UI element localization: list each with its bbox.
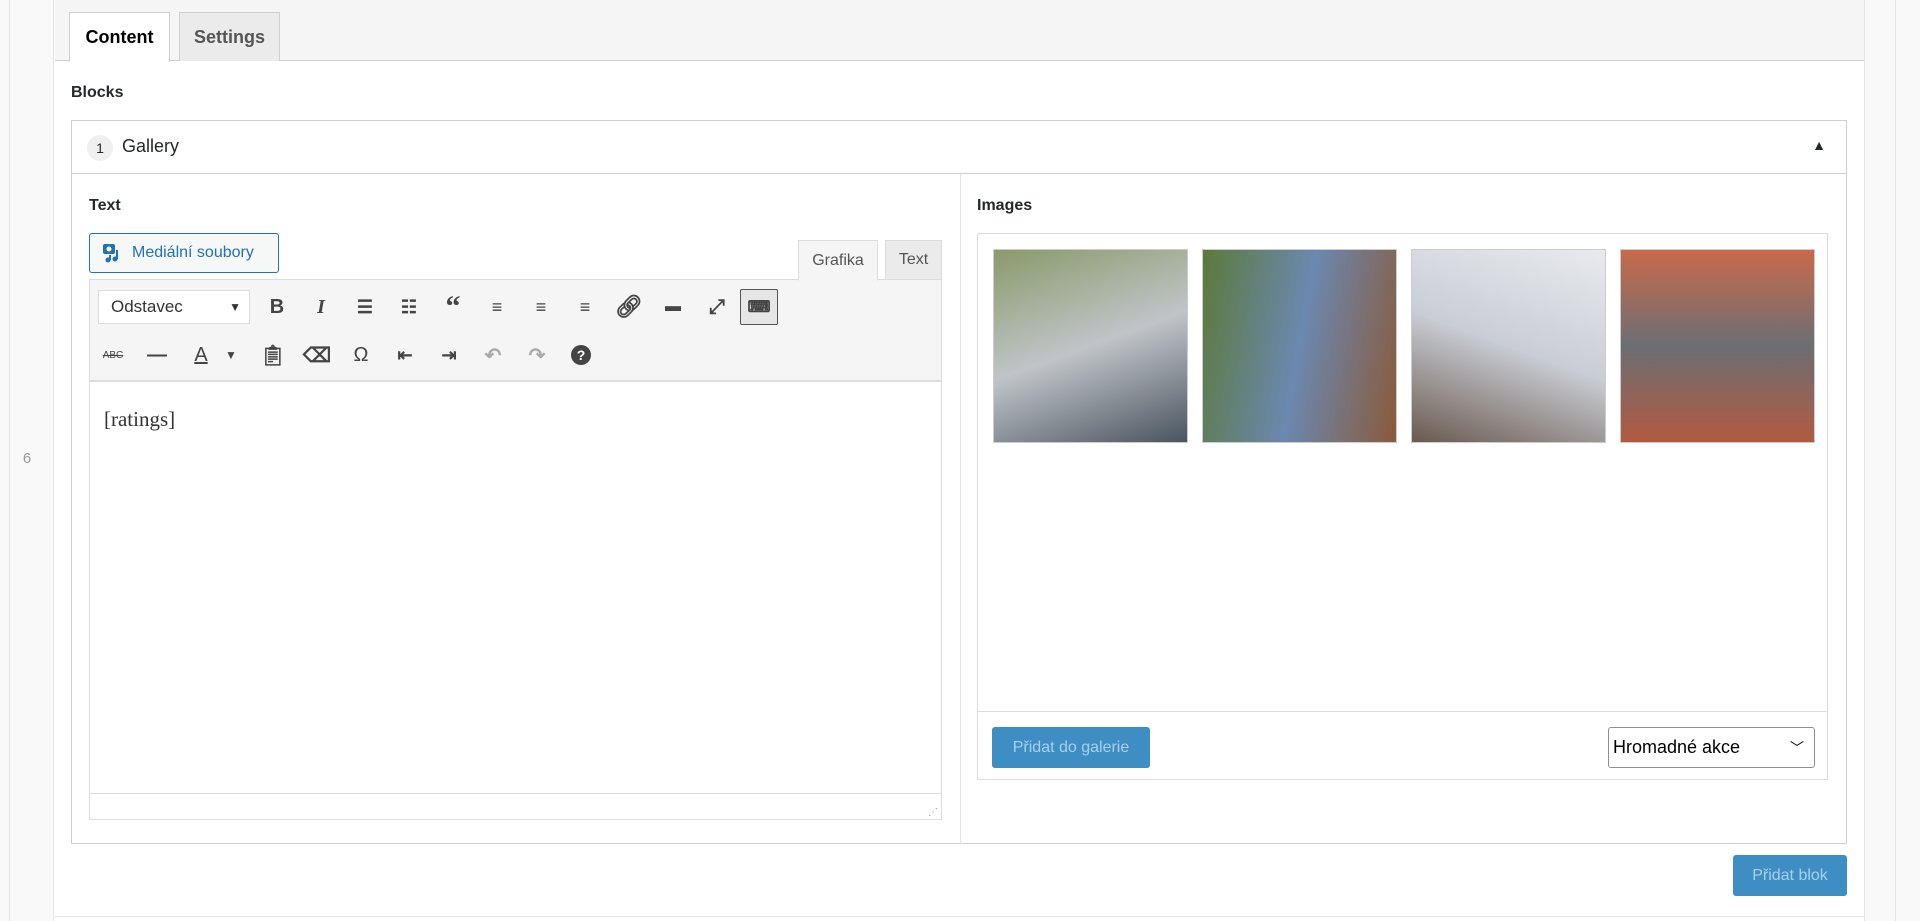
outdent-icon[interactable]: ⇤ <box>390 340 420 370</box>
help-icon[interactable]: ? <box>566 340 596 370</box>
numbered-list-icon[interactable]: ☷ <box>394 292 424 322</box>
chevron-down-icon: ﹀ <box>1790 739 1804 756</box>
strikethrough-icon[interactable]: ABC <box>98 340 128 370</box>
read-more-icon[interactable]: ▬ <box>658 292 688 322</box>
editor-toolbar: Odstavec ▼ B I ☰ ☷ “ ≡ ≡ ≡ 🔗︎ ▬ ⤢ ⌨ ABC —… <box>89 279 942 382</box>
row-number: 6 <box>22 450 32 467</box>
tab-visual[interactable]: Grafika <box>798 240 878 281</box>
images-label: Images <box>977 197 1033 214</box>
format-select-value: Odstavec <box>111 297 183 316</box>
add-media-button[interactable]: Mediální soubory <box>89 233 279 273</box>
text-color-icon[interactable]: A <box>186 340 216 370</box>
link-icon[interactable]: 🔗︎ <box>614 292 644 322</box>
text-label: Text <box>89 197 121 214</box>
format-select[interactable]: Odstavec ▼ <box>98 290 250 324</box>
add-block-button[interactable]: Přidat blok <box>1733 855 1847 896</box>
editor-text: [ratings] <box>104 407 176 431</box>
media-icon <box>103 244 118 263</box>
gallery-footer: Přidat do galerie Hromadné akce ﹀ <box>978 711 1827 780</box>
tab-text[interactable]: Text <box>885 240 942 280</box>
bulk-actions-select[interactable]: Hromadné akce ﹀ <box>1608 727 1815 768</box>
horizontal-line-icon[interactable]: — <box>142 340 172 370</box>
tab-bar <box>55 0 1864 61</box>
indent-icon[interactable]: ⇥ <box>434 340 464 370</box>
fullscreen-icon[interactable]: ⤢ <box>702 292 732 322</box>
clear-formatting-icon[interactable]: ⌫ <box>302 340 332 370</box>
special-character-icon[interactable]: Ω <box>346 340 376 370</box>
add-media-label: Mediální soubory <box>132 244 254 261</box>
redo-icon[interactable]: ↷ <box>522 340 552 370</box>
gallery-thumbnail[interactable] <box>993 249 1188 443</box>
gallery-thumbnail[interactable] <box>1411 249 1606 443</box>
align-left-icon[interactable]: ≡ <box>482 292 512 322</box>
column-divider <box>960 174 961 844</box>
add-to-gallery-button[interactable]: Přidat do galerie <box>992 727 1150 768</box>
gallery-thumbnail[interactable] <box>1620 249 1815 443</box>
right-gutter <box>1864 0 1920 921</box>
dropdown-arrow-icon: ▼ <box>229 300 241 314</box>
block-index-badge: 1 <box>87 135 113 161</box>
blocks-heading: Blocks <box>71 84 124 101</box>
italic-icon[interactable]: I <box>306 292 336 322</box>
tab-settings[interactable]: Settings <box>179 12 280 61</box>
block-title: Gallery <box>122 136 180 156</box>
editor-statusbar: ⋰ <box>89 793 942 820</box>
bulk-actions-value: Hromadné akce <box>1613 737 1741 757</box>
block-header[interactable]: 1 Gallery ▲ <box>72 121 1846 174</box>
resize-handle-icon[interactable]: ⋰ <box>928 807 938 818</box>
divider <box>55 916 1864 917</box>
bold-icon[interactable]: B <box>262 292 292 322</box>
editor-content[interactable]: [ratings] <box>89 382 942 794</box>
undo-icon[interactable]: ↶ <box>478 340 508 370</box>
gallery-images: Přidat do galerie Hromadné akce ﹀ <box>977 233 1828 780</box>
bullet-list-icon[interactable]: ☰ <box>350 292 380 322</box>
text-color-dropdown-icon[interactable]: ▼ <box>216 340 246 370</box>
tab-content[interactable]: Content <box>69 12 170 62</box>
paste-text-icon[interactable]: 📋︎ <box>258 340 288 370</box>
align-right-icon[interactable]: ≡ <box>570 292 600 322</box>
collapse-icon[interactable]: ▲ <box>1812 137 1826 153</box>
blockquote-icon[interactable]: “ <box>438 290 468 323</box>
toolbar-toggle-icon[interactable]: ⌨ <box>740 289 778 325</box>
gallery-thumbnail[interactable] <box>1202 249 1397 443</box>
align-center-icon[interactable]: ≡ <box>526 292 556 322</box>
